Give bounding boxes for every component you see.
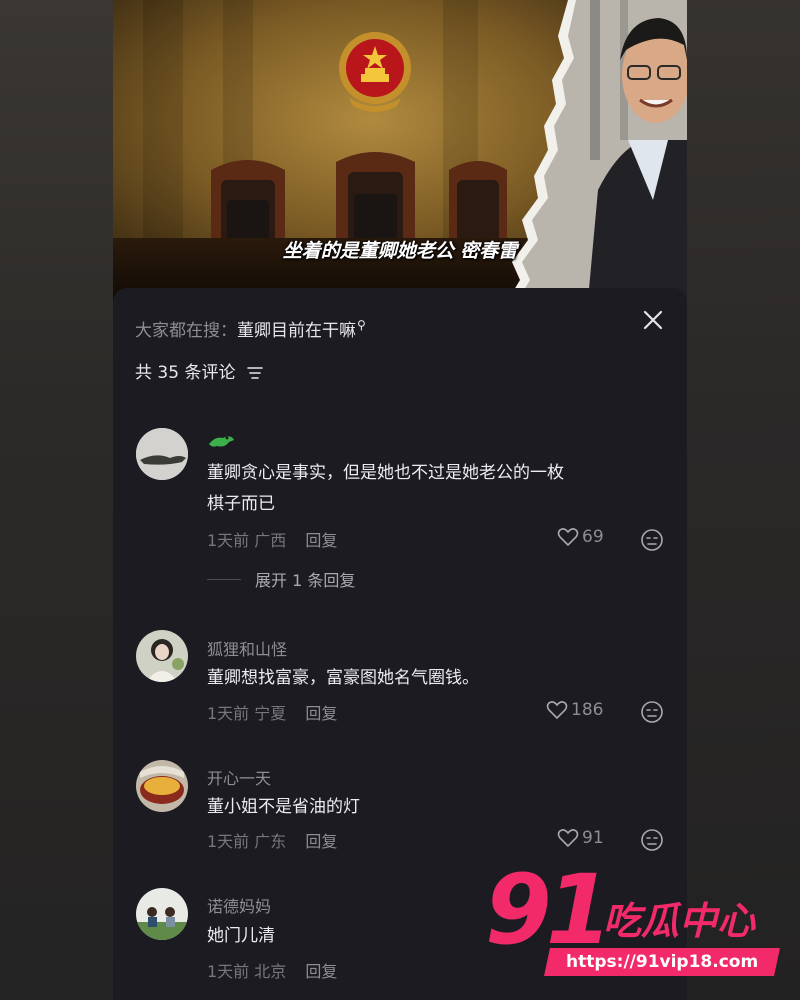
comment-location: 宁夏 — [254, 704, 287, 723]
reply-button[interactable]: 回复 — [305, 832, 337, 851]
comment-location: 广东 — [254, 832, 287, 851]
filter-icon[interactable] — [247, 366, 263, 380]
watermark-url-text: https://91vip18.com — [565, 952, 759, 972]
like-button[interactable]: 91 — [557, 828, 604, 848]
comment-time: 1天前 — [207, 832, 250, 851]
comment-count-label: 共 35 条评论 — [135, 363, 236, 383]
comment-username[interactable]: 开心一天 — [207, 765, 271, 789]
heart-icon — [557, 528, 579, 547]
comment-time: 1天前 — [207, 704, 250, 723]
watermark-logo: 91 吃瓜中心 https://91vip18.com — [485, 860, 785, 990]
crocodile-emoji-icon — [209, 436, 234, 447]
comment-meta: 1天前 宁夏 回复 — [207, 700, 337, 724]
avatar[interactable] — [136, 760, 188, 812]
trending-search-prefix: 大家都在搜： — [135, 321, 237, 341]
heart-icon — [557, 829, 579, 848]
background-right — [687, 0, 800, 1000]
like-button[interactable]: 69 — [557, 527, 604, 547]
trending-search[interactable]: 大家都在搜：董卿目前在干嘛⚲ — [135, 316, 366, 341]
avatar[interactable] — [136, 888, 188, 940]
watermark-url: https://91vip18.com — [544, 948, 780, 976]
avatar[interactable] — [136, 428, 188, 480]
reply-button[interactable]: 回复 — [305, 704, 337, 723]
comment-time: 1天前 — [207, 962, 250, 981]
like-count: 186 — [571, 700, 604, 720]
expand-replies-label[interactable]: 展开 1 条回复 — [255, 567, 355, 591]
watermark-name: 吃瓜中心 — [603, 899, 756, 943]
close-icon[interactable] — [641, 308, 665, 332]
comment-time: 1天前 — [207, 531, 250, 550]
reply-button[interactable]: 回复 — [305, 962, 337, 981]
comment-meta: 1天前 广东 回复 — [207, 828, 337, 852]
video-subtitle: 坐着的是董卿她老公 密春雷 — [282, 240, 518, 262]
watermark-number: 91 — [485, 854, 613, 966]
like-count: 91 — [582, 828, 604, 848]
video-player[interactable]: 坐着的是董卿她老公 密春雷 — [113, 0, 687, 300]
comment-location: 广西 — [254, 531, 287, 550]
national-emblem-icon — [339, 32, 411, 112]
like-count: 69 — [582, 527, 604, 547]
expand-divider — [207, 578, 241, 580]
trending-search-query[interactable]: 董卿目前在干嘛 — [237, 321, 356, 341]
comment-text: 董卿贪心是事实，但是她也不过是她老公的一枚棋子而已 — [207, 463, 564, 514]
expand-replies[interactable]: 展开 1 条回复 — [207, 567, 355, 591]
search-icon: ⚲ — [357, 318, 366, 333]
comment-username[interactable]: 诺德妈妈 — [207, 893, 271, 917]
like-button[interactable]: 186 — [546, 700, 603, 720]
comment-text: 董卿想找富豪，富豪图她名气圈钱。 — [207, 668, 479, 688]
comment-count: 共 35 条评论 — [135, 358, 263, 383]
reply-button[interactable]: 回复 — [305, 531, 337, 550]
heart-icon — [546, 701, 568, 720]
comment-location: 北京 — [254, 962, 287, 981]
dislike-icon[interactable] — [640, 700, 664, 724]
background-left — [0, 0, 113, 1000]
comment-meta: 1天前 广西 回复 — [207, 527, 337, 551]
comment-username[interactable]: 狐狸和山怪 — [207, 636, 287, 660]
phone-screen: 坐着的是董卿她老公 密春雷 大家都在搜：董卿目前在干嘛⚲ 共 35 条评论 董卿… — [113, 0, 687, 1000]
dislike-icon[interactable] — [640, 528, 664, 552]
comment-text: 董小姐不是省油的灯 — [207, 797, 360, 817]
avatar[interactable] — [136, 630, 188, 682]
dislike-icon[interactable] — [640, 828, 664, 852]
comment-meta: 1天前 北京 回复 — [207, 958, 337, 982]
